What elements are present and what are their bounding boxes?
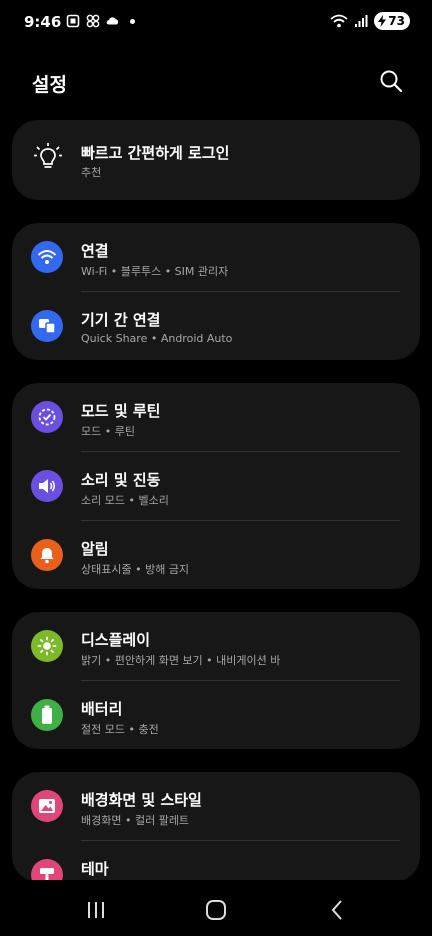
settings-item-title: 소리 및 진동 <box>81 471 161 489</box>
modes-icon <box>31 401 63 433</box>
back-icon[interactable] <box>326 898 350 922</box>
settings-item-title: 테마 <box>81 860 109 878</box>
settings-item-title: 연결 <box>81 242 109 260</box>
settings-item-subtitle: 밝기 • 편안하게 화면 보기 • 내비게이션 바 <box>81 654 281 667</box>
settings-item-subtitle: 모드 • 루틴 <box>81 425 135 438</box>
home-icon[interactable] <box>204 898 228 922</box>
settings-item-connections[interactable]: 연결 Wi-Fi • 블루투스 • SIM 관리자 <box>12 223 420 291</box>
charging-bolt-icon <box>378 15 387 27</box>
settings-item-title: 배터리 <box>81 700 123 718</box>
settings-item-subtitle: 소리 모드 • 벨소리 <box>81 494 169 507</box>
settings-item-subtitle: Wi-Fi • 블루투스 • SIM 관리자 <box>81 265 229 278</box>
wallpaper-icon <box>31 790 63 822</box>
recent-apps-icon[interactable] <box>84 898 108 922</box>
battery-level: 73 <box>388 14 405 28</box>
settings-group-connections: 연결 Wi-Fi • 블루투스 • SIM 관리자 기기 간 연결 Quick … <box>12 223 420 360</box>
settings-item-title: 기기 간 연결 <box>81 311 161 329</box>
page-title: 설정 <box>32 74 67 96</box>
settings-item-title: 알림 <box>81 540 109 558</box>
more-notifications-dot <box>130 18 135 24</box>
settings-item-subtitle: 배경화면 • 컬러 팔레트 <box>81 814 190 827</box>
suggestion-subtitle: 추천 <box>81 166 102 179</box>
lightbulb-icon <box>34 143 62 168</box>
settings-item-title: 배경화면 및 스타일 <box>81 791 202 809</box>
status-bar: 9:46 73 <box>0 0 432 46</box>
settings-item-device-connection[interactable]: 기기 간 연결 Quick Share • Android Auto <box>12 292 420 360</box>
device-connect-icon <box>31 310 63 342</box>
bell-icon <box>31 539 63 571</box>
settings-header: 설정 <box>0 62 432 102</box>
wifi-status-icon <box>330 14 348 28</box>
navigation-bar <box>0 880 432 936</box>
settings-item-display[interactable]: 디스플레이 밝기 • 편안하게 화면 보기 • 내비게이션 바 <box>12 612 420 680</box>
settings-item-wallpaper[interactable]: 배경화면 및 스타일 배경화면 • 컬러 팔레트 <box>12 772 420 840</box>
status-system-icons: 73 <box>330 12 410 30</box>
settings-item-subtitle: 상태표시줄 • 방해 금지 <box>81 563 190 576</box>
settings-item-subtitle: Quick Share • Android Auto <box>81 332 233 345</box>
settings-item-battery[interactable]: 배터리 절전 모드 • 충전 <box>12 681 420 749</box>
settings-item-sound[interactable]: 소리 및 진동 소리 모드 • 벨소리 <box>12 452 420 520</box>
sound-icon <box>31 470 63 502</box>
battery-indicator: 73 <box>374 12 410 30</box>
screenshot-icon <box>66 14 80 28</box>
settings-group-modes: 모드 및 루틴 모드 • 루틴 소리 및 진동 소리 모드 • 벨소리 알림 상… <box>12 383 420 589</box>
settings-item-subtitle: 절전 모드 • 충전 <box>81 723 159 736</box>
search-icon[interactable] <box>378 68 404 94</box>
theme-icon <box>31 859 63 882</box>
wifi-icon <box>31 241 63 273</box>
battery-icon <box>31 699 63 731</box>
status-notification-icons <box>66 14 135 28</box>
settings-item-title: 디스플레이 <box>81 631 151 649</box>
settings-item-title: 모드 및 루틴 <box>81 402 161 420</box>
cloud-icon <box>106 17 119 25</box>
status-time: 9:46 <box>24 13 62 31</box>
signal-icon <box>355 15 368 27</box>
settings-item-modes-routines[interactable]: 모드 및 루틴 모드 • 루틴 <box>12 383 420 451</box>
link-icon <box>86 14 100 28</box>
settings-group-wallpaper: 배경화면 및 스타일 배경화면 • 컬러 팔레트 테마 <box>12 772 420 882</box>
suggestion-title: 빠르고 간편하게 로그인 <box>81 144 230 162</box>
settings-item-notifications[interactable]: 알림 상태표시줄 • 방해 금지 <box>12 521 420 589</box>
settings-group-display: 디스플레이 밝기 • 편안하게 화면 보기 • 내비게이션 바 배터리 절전 모… <box>12 612 420 749</box>
settings-item-theme[interactable]: 테마 <box>12 841 420 882</box>
sun-icon <box>31 630 63 662</box>
suggestion-card[interactable]: 빠르고 간편하게 로그인 추천 <box>12 120 420 200</box>
